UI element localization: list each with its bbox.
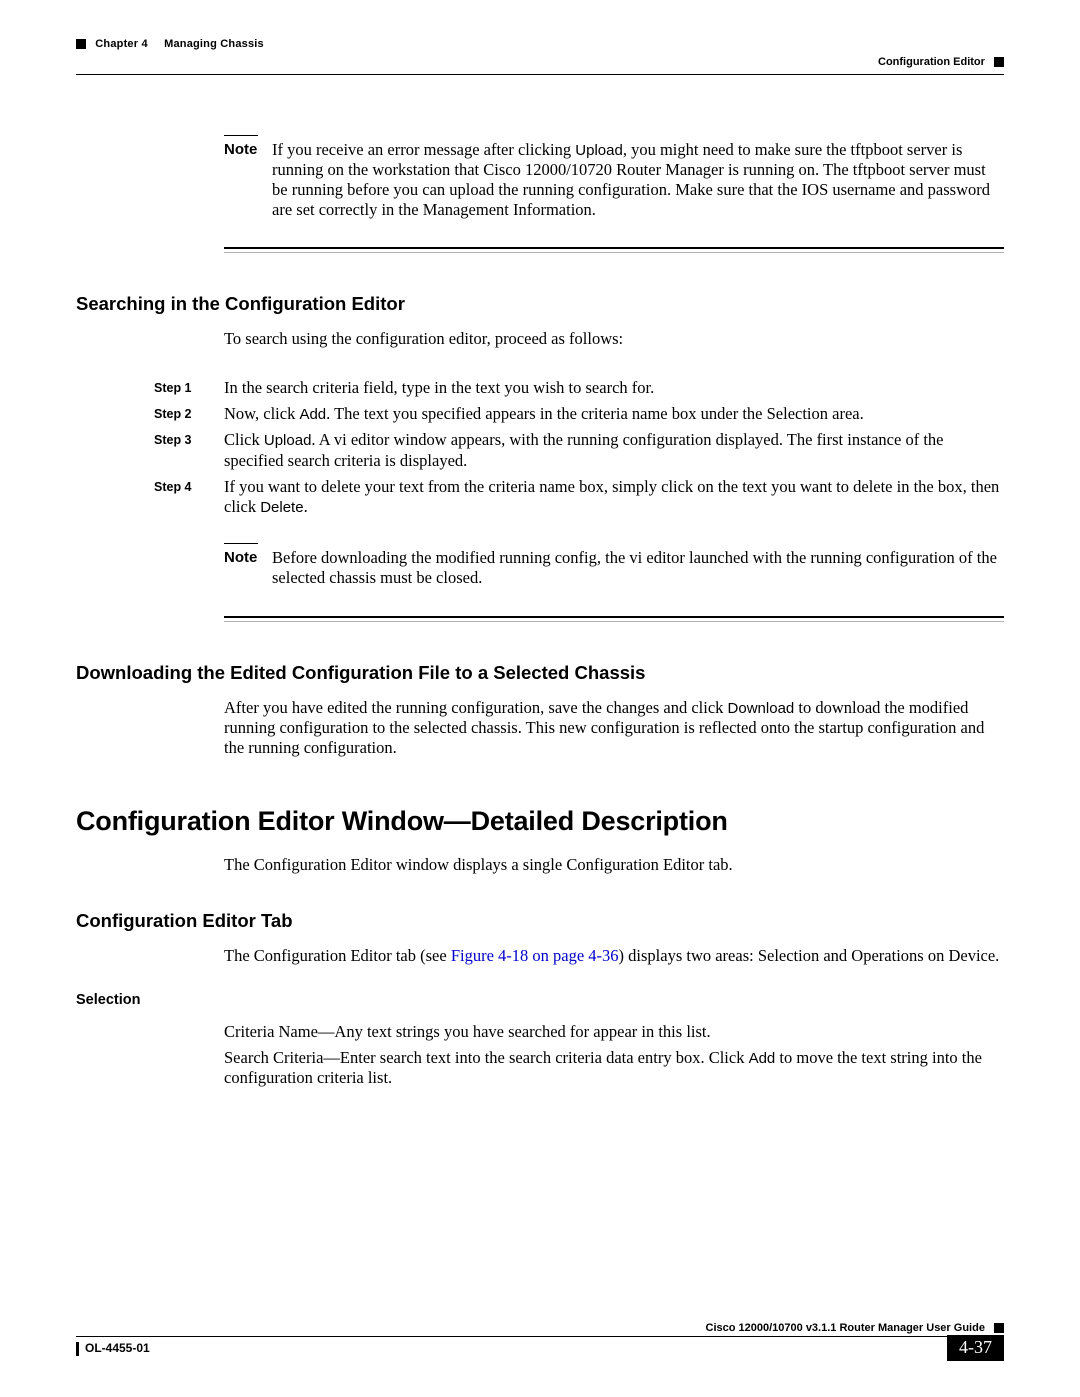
heading-selection: Selection <box>76 992 1004 1008</box>
section-rule <box>224 247 1004 253</box>
note-text: If you receive an error message after cl… <box>272 140 575 159</box>
steps-list: Step 1 In the search criteria field, typ… <box>154 378 1004 517</box>
note-body: Before downloading the modified running … <box>272 548 1004 588</box>
step-label: Step 3 <box>154 430 224 447</box>
note-label: Note <box>224 140 272 158</box>
step-label: Step 1 <box>154 378 224 395</box>
content-area: Note If you receive an error message aft… <box>76 135 1004 1088</box>
selection-body: Criteria Name—Any text strings you have … <box>224 1022 1004 1089</box>
step-body: In the search criteria field, type in th… <box>224 378 1004 398</box>
page-footer: Cisco 12000/10700 v3.1.1 Router Manager … <box>76 1322 1004 1357</box>
chapter-label: Chapter 4 <box>95 38 148 50</box>
selection-p2: Search Criteria—Enter search text into t… <box>224 1048 1004 1088</box>
header-left: Chapter 4 Managing Chassis <box>76 38 1004 50</box>
page-header: Chapter 4 Managing Chassis Configuration… <box>76 38 1004 75</box>
heading-searching: Searching in the Configuration Editor <box>76 293 1004 315</box>
step-body: If you want to delete your text from the… <box>224 477 1004 517</box>
step-row: Step 4 If you want to delete your text f… <box>154 477 1004 517</box>
add-text: Add <box>749 1050 776 1067</box>
searching-intro: To search using the configuration editor… <box>224 329 1004 350</box>
delete-text: Delete <box>260 499 303 516</box>
step-row: Step 2 Now, click Add. The text you spec… <box>154 404 1004 424</box>
step-row: Step 3 Click Upload. A vi editor window … <box>154 430 1004 470</box>
download-text: Download <box>728 700 795 717</box>
note-rule <box>224 135 258 136</box>
header-right: Configuration Editor <box>878 56 1004 68</box>
note-block: Note Before downloading the modified run… <box>224 543 1004 588</box>
add-text: Add <box>299 406 326 423</box>
footer-rule: OL-4455-01 4-37 <box>76 1336 1004 1357</box>
footer-doc-id: OL-4455-01 <box>76 1337 150 1356</box>
note-block: Note If you receive an error message aft… <box>224 135 1004 219</box>
page: Chapter 4 Managing Chassis Configuration… <box>0 0 1080 1397</box>
step-label: Step 2 <box>154 404 224 421</box>
footer-guide: Cisco 12000/10700 v3.1.1 Router Manager … <box>76 1322 1004 1334</box>
figure-link[interactable]: Figure 4-18 on page 4-36 <box>451 946 619 965</box>
note-body: If you receive an error message after cl… <box>272 140 1004 219</box>
chapter-title: Managing Chassis <box>164 38 264 50</box>
header-marker-icon <box>76 39 86 49</box>
upload-text: Upload <box>575 142 623 159</box>
section-title: Configuration Editor <box>878 56 985 68</box>
note-rule <box>224 543 258 544</box>
page-number-badge: 4-37 <box>947 1335 1004 1361</box>
step-body: Now, click Add. The text you specified a… <box>224 404 1004 424</box>
selection-p1: Criteria Name—Any text strings you have … <box>224 1022 1004 1042</box>
step-row: Step 1 In the search criteria field, typ… <box>154 378 1004 398</box>
heading-downloading: Downloading the Edited Configuration Fil… <box>76 662 1004 684</box>
download-body: After you have edited the running config… <box>224 698 1004 759</box>
header-marker-icon <box>994 57 1004 67</box>
note-label: Note <box>224 548 272 566</box>
heading-detailed-description: Configuration Editor Window—Detailed Des… <box>76 806 1004 837</box>
heading-config-tab: Configuration Editor Tab <box>76 910 1004 932</box>
step-body: Click Upload. A vi editor window appears… <box>224 430 1004 470</box>
config-tab-body: The Configuration Editor tab (see Figure… <box>224 946 1004 966</box>
section-rule <box>224 616 1004 622</box>
step-label: Step 4 <box>154 477 224 494</box>
h1-intro: The Configuration Editor window displays… <box>224 855 1004 875</box>
upload-text: Upload <box>264 432 312 449</box>
footer-bar-icon <box>76 1342 79 1356</box>
footer-marker-icon <box>994 1323 1004 1333</box>
